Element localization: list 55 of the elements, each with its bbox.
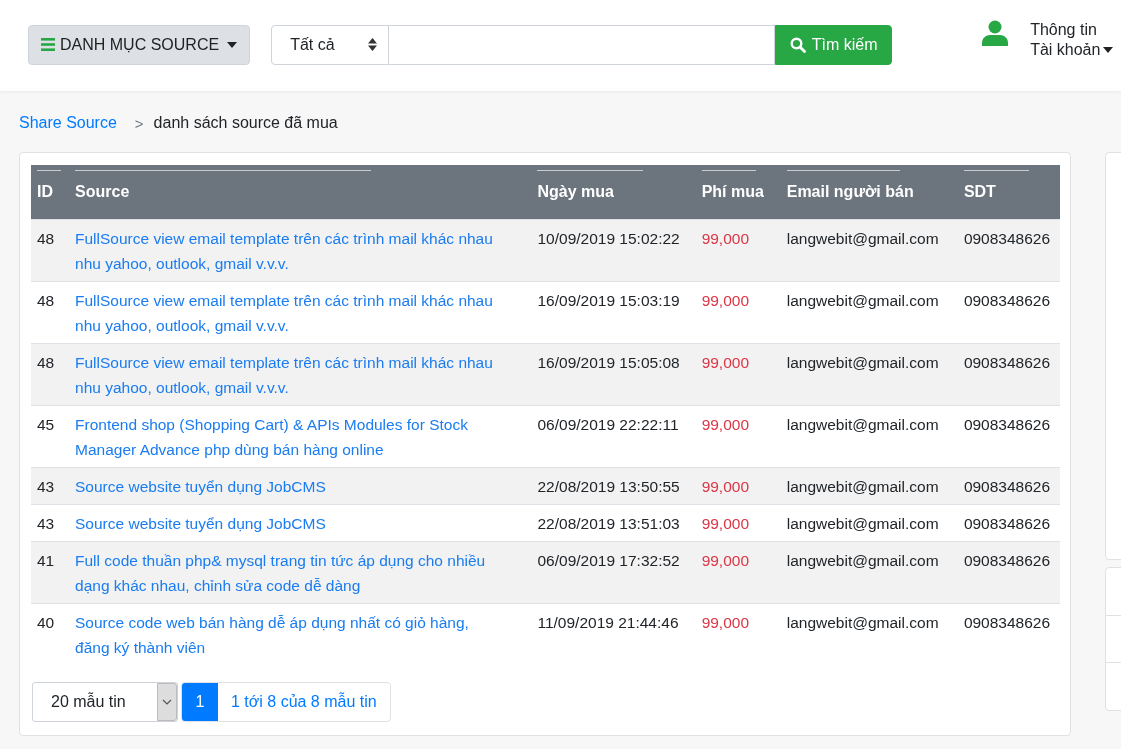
column-header[interactable]: Email người bán xyxy=(780,165,958,220)
search-icon xyxy=(789,36,806,53)
table-cell: 0908348626 xyxy=(957,467,1060,505)
table-cell: 48 xyxy=(31,219,70,282)
table-cell: 11/09/2019 21:44:46 xyxy=(531,603,696,665)
table-cell: 0908348626 xyxy=(957,541,1060,604)
table-cell: langwebit@gmail.com xyxy=(780,219,958,282)
caret-icon xyxy=(1103,46,1114,53)
page-info: 1 tới 8 của 8 mẫu tin xyxy=(230,691,378,712)
table-cell: langwebit@gmail.com xyxy=(780,467,958,505)
table-cell: langwebit@gmail.com xyxy=(780,603,958,665)
table-cell: langwebit@gmail.com xyxy=(780,541,958,604)
menu-icon xyxy=(41,38,55,51)
source-link[interactable]: FullSource view email template trên các trình mail khác nhau nhu yahoo, outlook, gmail v.v.v. xyxy=(75,288,494,338)
price-cell: 99,000 xyxy=(695,467,781,505)
table-cell: 40 xyxy=(31,603,70,665)
page-size-select[interactable]: 20 mẫu tin xyxy=(32,682,178,722)
chevron-down-icon xyxy=(162,699,172,705)
account-dropdown[interactable]: Tài khoản xyxy=(1030,39,1114,60)
table-cell: 16/09/2019 15:05:08 xyxy=(531,343,696,406)
column-header[interactable]: Phí mua xyxy=(695,165,781,220)
table-cell: 41 xyxy=(31,541,70,604)
category-select[interactable]: Tất cả xyxy=(271,24,390,65)
source-link[interactable]: Frontend shop (Shopping Cart) & APIs Modules for Stock Manager Advance php dùng bán hàng online xyxy=(75,412,494,462)
table-cell: 0908348626 xyxy=(957,603,1060,665)
dropdown-button[interactable] xyxy=(157,683,177,721)
column-header[interactable]: Ngày mua xyxy=(531,165,696,220)
search-field[interactable] xyxy=(389,24,776,65)
source-link[interactable]: Source website tuyển dụng JobCMS xyxy=(75,511,494,536)
column-header[interactable]: ID xyxy=(31,165,70,220)
price-cell: 99,000 xyxy=(695,343,781,406)
source-link[interactable]: Source code web bán hàng dễ áp dụng nhất có giỏ hàng, đăng ký thành viên xyxy=(75,610,494,660)
column-header[interactable]: Source xyxy=(69,165,532,220)
price-cell: 99,000 xyxy=(695,603,781,665)
search-button[interactable]: Tìm kiếm xyxy=(775,24,893,65)
table-cell: 48 xyxy=(31,343,70,406)
table-cell: 22/08/2019 13:50:55 xyxy=(531,467,696,505)
table-cell: 06/09/2019 17:32:52 xyxy=(531,541,696,604)
table-cell: langwebit@gmail.com xyxy=(780,343,958,406)
column-header[interactable]: SDT xyxy=(957,165,1060,220)
breadcrumb-current: danh sách source đã mua xyxy=(153,114,338,132)
user-icon[interactable] xyxy=(982,19,1009,46)
table-cell: 0908348626 xyxy=(957,343,1060,406)
price-cell: 99,000 xyxy=(695,541,781,604)
breadcrumb-link[interactable]: Share Source xyxy=(19,114,117,132)
page-button[interactable]: 1 xyxy=(182,683,218,721)
up-down-arrows-icon xyxy=(368,38,378,51)
category-menu-button[interactable]: DANH MỤC SOURCE xyxy=(28,24,251,65)
price-cell: 99,000 xyxy=(695,219,781,282)
table-cell: 43 xyxy=(31,467,70,505)
table-cell: 10/09/2019 15:02:22 xyxy=(531,219,696,282)
table-cell: 0908348626 xyxy=(957,219,1060,282)
account-label[interactable]: Thông tin xyxy=(1030,19,1114,40)
caret-icon xyxy=(227,41,238,48)
breadcrumb-separator: > xyxy=(134,114,144,132)
